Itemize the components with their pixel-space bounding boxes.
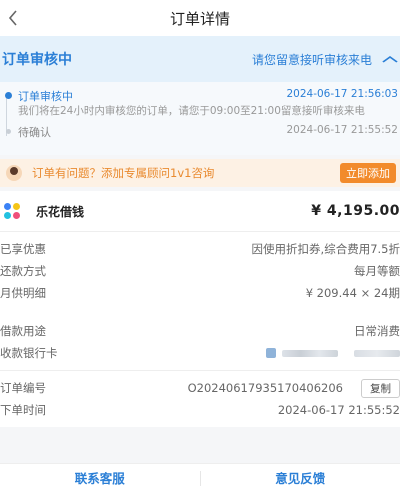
timeline-step-time: 2024-06-17 21:56:03 [286,88,398,100]
order-number-row: 订单编号 O20240617935170406206 复制 [0,377,400,399]
status-timeline: 订单审核中 2024-06-17 21:56:03 我们将在24小时内审核您的订… [0,82,400,155]
timeline-item: 待确认 2024-06-17 21:55:52 [2,124,398,140]
detail-key: 月供明细 [0,286,46,300]
loan-details: 已享优惠 因使用折扣券,综合费用7.5折 还款方式 每月等额 月供明细 ¥ 20… [0,232,400,370]
detail-value: 每月等额 [354,264,400,278]
page-title: 订单详情 [169,9,230,28]
promo-text: 订单有问题？添加专属顾问1v1咨询 [32,166,215,180]
nav-header: 订单详情 [0,0,400,36]
timeline-dot [6,129,11,134]
loan-amount: ¥ 4,195.00 [311,203,400,219]
bank-name-blurred [282,349,338,357]
chevron-up-icon[interactable] [382,52,399,66]
detail-row: 还款方式 每月等额 [0,260,400,282]
detail-row: 月供明细 ¥ 209.44 × 24期 [0,282,400,304]
detail-row: 借款用途 日常消费 [0,320,400,342]
detail-key: 已享优惠 [0,242,46,256]
bank-card-masked [266,348,400,358]
order-number-value: O20240617935170406206 [187,381,343,395]
order-number-label: 订单编号 [0,381,46,395]
status-notice: 请您留意接听审核来电 [251,52,372,67]
product-logo-icon [4,203,20,219]
timeline-step-name: 待确认 [18,126,51,139]
order-time-label: 下单时间 [0,403,46,417]
timeline-step-time: 2024-06-17 21:55:52 [286,124,398,136]
card-number-blurred [354,349,400,357]
chevron-left-icon[interactable] [8,6,28,30]
timeline-item: 订单审核中 2024-06-17 21:56:03 我们将在24小时内审核您的订… [2,88,398,118]
order-info: 订单编号 O20240617935170406206 复制 下单时间 2024-… [0,371,400,427]
status-banner[interactable]: 订单审核中 请您留意接听审核来电 [0,36,400,82]
contact-service-button[interactable]: 联系客服 [0,464,200,493]
detail-key: 借款用途 [0,324,46,338]
copy-button[interactable]: 复制 [361,378,400,398]
feedback-button[interactable]: 意见反馈 [201,464,400,493]
bank-icon [266,348,276,358]
product-summary: 乐花借钱 ¥ 4,195.00 [0,191,400,231]
detail-value: 日常消费 [354,324,400,338]
consultant-avatar [6,165,22,181]
detail-row: 已享优惠 因使用折扣券,综合费用7.5折 [0,238,400,260]
timeline-step-desc: 我们将在24小时内审核您的订单，请您于09:00至21:00留意接听审核来电 [18,105,365,117]
order-time-row: 下单时间 2024-06-17 21:55:52 [0,399,400,421]
timeline-dot-active [5,92,12,99]
detail-key: 收款银行卡 [0,346,58,360]
product-name: 乐花借钱 [36,204,85,219]
status-label: 订单审核中 [2,52,72,68]
detail-value: 因使用折扣券,综合费用7.5折 [251,242,400,256]
detail-row: 收款银行卡 [0,342,400,364]
consultant-promo: 订单有问题？添加专属顾问1v1咨询 立即添加 [0,159,400,187]
add-consultant-button[interactable]: 立即添加 [340,163,396,183]
bottom-action-bar: 联系客服 意见反馈 [0,463,400,493]
timeline-step-name: 订单审核中 [18,90,73,103]
order-time-value: 2024-06-17 21:55:52 [277,403,400,417]
detail-key: 还款方式 [0,264,46,278]
detail-value: ¥ 209.44 × 24期 [305,286,400,300]
